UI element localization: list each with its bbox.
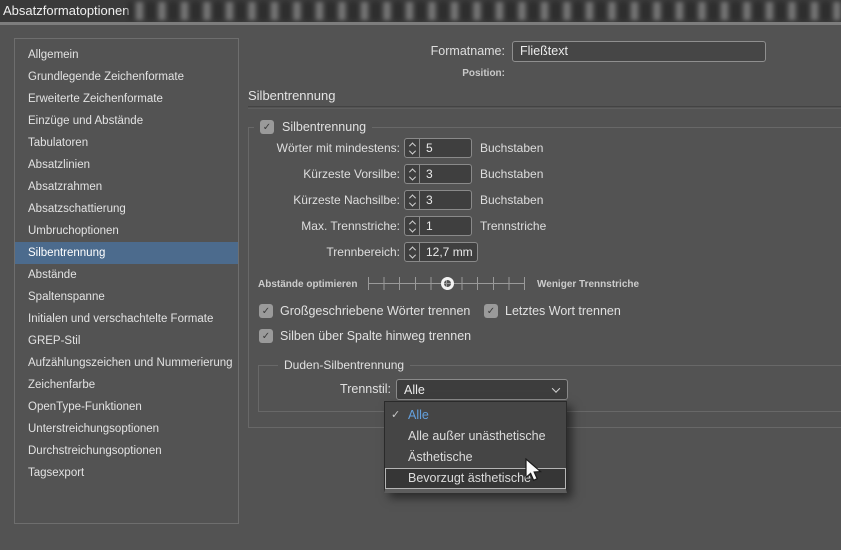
sidebar-item-erweiterte-zeichenformate[interactable]: Erweiterte Zeichenformate xyxy=(15,88,238,110)
checkmark-icon: ✓ xyxy=(487,306,495,317)
menu-item-label: Bevorzugt ästhetische xyxy=(408,471,531,485)
min-letters-value[interactable]: 5 xyxy=(420,139,471,157)
format-name-input[interactable]: Fließtext xyxy=(512,41,766,62)
sidebar-item-tabulatoren[interactable]: Tabulatoren xyxy=(15,132,238,154)
header-separator xyxy=(248,106,841,108)
slider-right-label: Weniger Trennstriche xyxy=(537,279,639,290)
hyphenation-group-label: Silbentrennung xyxy=(282,120,366,134)
sidebar-item-grundlegende-zeichenformate[interactable]: Grundlegende Zeichenformate xyxy=(15,66,238,88)
hyphenation-zone-stepper[interactable]: 12,7 mm xyxy=(404,242,478,262)
stepper-arrows-icon[interactable] xyxy=(405,165,420,183)
checkbox-row-last-word[interactable]: ✓ Letztes Wort trennen xyxy=(484,304,621,318)
hyphenation-zone-label: Trennbereich: xyxy=(248,245,400,259)
sidebar-item-zeichenfarbe[interactable]: Zeichenfarbe xyxy=(15,374,238,396)
stepper-arrows-icon[interactable] xyxy=(405,139,420,157)
field-row-shortest-suffix: Kürzeste Nachsilbe: 3 Buchstaben xyxy=(248,190,543,210)
shortest-suffix-value[interactable]: 3 xyxy=(420,191,471,209)
stepper-arrows-icon[interactable] xyxy=(405,191,420,209)
sidebar-item-grep-stil[interactable]: GREP-Stil xyxy=(15,330,238,352)
shortest-suffix-label: Kürzeste Nachsilbe: xyxy=(248,193,400,207)
min-letters-label: Wörter mit mindestens: xyxy=(248,141,400,155)
sidebar-item-abstaende[interactable]: Abstände xyxy=(15,264,238,286)
hyphenation-style-value: Alle xyxy=(404,383,425,397)
field-row-shortest-prefix: Kürzeste Vorsilbe: 3 Buchstaben xyxy=(248,164,543,184)
page-title: Silbentrennung xyxy=(248,88,335,103)
capitalized-words-checkbox[interactable]: ✓ xyxy=(259,304,273,318)
menu-item-alle-ausser-unaesthetische[interactable]: Alle außer unästhetische xyxy=(385,426,566,447)
checkmark-icon: ✓ xyxy=(262,306,270,317)
last-word-checkbox[interactable]: ✓ xyxy=(484,304,498,318)
checkbox-row-capitalized-words[interactable]: ✓ Großgeschriebene Wörter trennen xyxy=(259,304,470,318)
slider-left-label: Abstände optimieren xyxy=(258,279,357,290)
shortest-prefix-label: Kürzeste Vorsilbe: xyxy=(248,167,400,181)
min-letters-stepper[interactable]: 5 xyxy=(404,138,472,158)
sidebar-item-absatzschattierung[interactable]: Absatzschattierung xyxy=(15,198,238,220)
sidebar-item-aufzaehlungszeichen-und-nummerierung[interactable]: Aufzählungszeichen und Nummerierung xyxy=(15,352,238,374)
shortest-suffix-stepper[interactable]: 3 xyxy=(404,190,472,210)
dialog-title: Absatzformatoptionen xyxy=(3,3,129,18)
shortest-prefix-suffix: Buchstaben xyxy=(480,167,543,181)
max-hyphens-label: Max. Trennstriche: xyxy=(248,219,400,233)
menu-item-label: Alle außer unästhetische xyxy=(408,429,546,443)
max-hyphens-value[interactable]: 1 xyxy=(420,217,471,235)
capitalized-words-label: Großgeschriebene Wörter trennen xyxy=(280,304,470,318)
duden-group-label: Duden-Silbentrennung xyxy=(284,358,404,372)
hyphenation-checkbox[interactable]: ✓ xyxy=(260,120,274,134)
field-row-max-hyphens: Max. Trennstriche: 1 Trennstriche xyxy=(248,216,546,236)
max-hyphens-stepper[interactable]: 1 xyxy=(404,216,472,236)
sidebar-item-silbentrennung[interactable]: Silbentrennung xyxy=(15,242,238,264)
shortest-prefix-value[interactable]: 3 xyxy=(420,165,471,183)
sidebar-item-umbruchoptionen[interactable]: Umbruchoptionen xyxy=(15,220,238,242)
checkmark-icon: ✓ xyxy=(263,122,271,133)
sidebar-item-absatzrahmen[interactable]: Absatzrahmen xyxy=(15,176,238,198)
last-word-label: Letztes Wort trennen xyxy=(505,304,621,318)
sidebar-item-unterstreichungsoptionen[interactable]: Unterstreichungsoptionen xyxy=(15,418,238,440)
min-letters-suffix: Buchstaben xyxy=(480,141,543,155)
menu-item-alle[interactable]: ✓ Alle xyxy=(385,405,566,426)
sidebar-item-initialen-und-verschachtelte-formate[interactable]: Initialen und verschachtelte Formate xyxy=(15,308,238,330)
stepper-arrows-icon[interactable] xyxy=(405,217,420,235)
menu-item-label: Ästhetische xyxy=(408,450,473,464)
field-row-hyphenation-zone: Trennbereich: 12,7 mm xyxy=(248,242,478,262)
checkmark-icon: ✓ xyxy=(262,331,270,342)
checkbox-row-across-column[interactable]: ✓ Silben über Spalte hinweg trennen xyxy=(259,329,471,343)
dialog-titlebar[interactable]: Absatzformatoptionen xyxy=(0,0,841,22)
hyphenation-slider[interactable] xyxy=(368,277,525,290)
sidebar-item-allgemein[interactable]: Allgemein xyxy=(15,44,238,66)
position-label: Position: xyxy=(248,68,505,82)
format-name-label: Formatname: xyxy=(248,41,505,62)
duden-group-legend: Duden-Silbentrennung xyxy=(278,357,410,373)
stepper-arrows-icon[interactable] xyxy=(405,243,420,261)
field-row-min-letters: Wörter mit mindestens: 5 Buchstaben xyxy=(248,138,543,158)
sidebar-item-tagsexport[interactable]: Tagsexport xyxy=(15,462,238,484)
sidebar-item-absatzlinien[interactable]: Absatzlinien xyxy=(15,154,238,176)
mouse-cursor-icon xyxy=(524,458,546,489)
hyphenation-zone-value[interactable]: 12,7 mm xyxy=(420,243,477,261)
titlebar-blurred-pattern xyxy=(128,2,841,20)
across-column-label: Silben über Spalte hinweg trennen xyxy=(280,329,471,343)
shortest-suffix-suffix: Buchstaben xyxy=(480,193,543,207)
slider-knob[interactable] xyxy=(441,277,454,290)
chevron-down-icon xyxy=(552,384,560,392)
max-hyphens-suffix: Trennstriche xyxy=(480,219,546,233)
hyphenation-group-legend: ✓ Silbentrennung xyxy=(254,119,372,135)
menu-item-label: Alle xyxy=(408,408,429,422)
style-options-sidebar: Allgemein Grundlegende Zeichenformate Er… xyxy=(14,38,239,524)
checkmark-icon: ✓ xyxy=(391,405,400,426)
titlebar-divider xyxy=(0,22,841,25)
sidebar-item-spaltenspanne[interactable]: Spaltenspanne xyxy=(15,286,238,308)
across-column-checkbox[interactable]: ✓ xyxy=(259,329,273,343)
sidebar-item-opentype-funktionen[interactable]: OpenType-Funktionen xyxy=(15,396,238,418)
hyphenation-style-select[interactable]: Alle xyxy=(396,379,568,400)
shortest-prefix-stepper[interactable]: 3 xyxy=(404,164,472,184)
sidebar-item-durchstreichungsoptionen[interactable]: Durchstreichungsoptionen xyxy=(15,440,238,462)
hyphenation-style-label: Trennstil: xyxy=(258,379,391,400)
sidebar-item-einzuege-und-abstaende[interactable]: Einzüge und Abstände xyxy=(15,110,238,132)
